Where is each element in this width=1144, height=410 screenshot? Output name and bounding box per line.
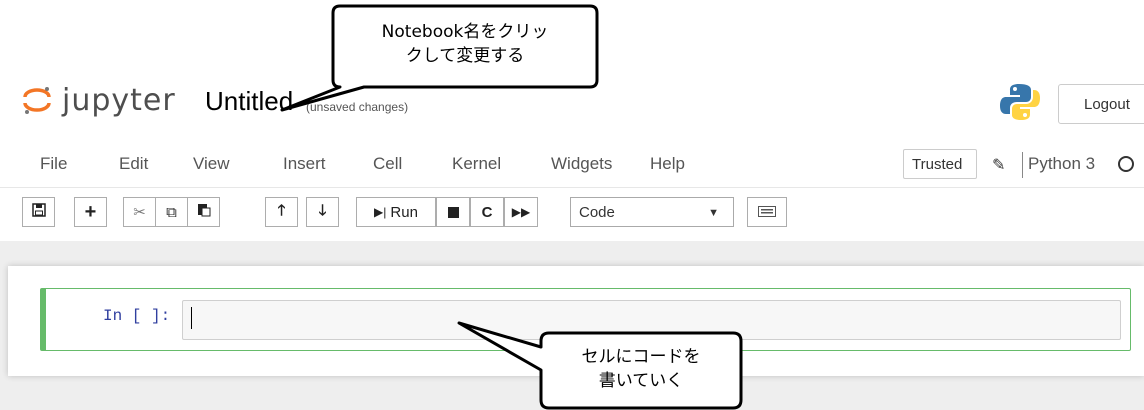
callout-cell-line-1: セルにコードを <box>581 347 701 367</box>
callout-cell-line-2: 書いていく <box>598 371 684 391</box>
callout-cell-text: セルにコードを 書いていく <box>545 345 737 393</box>
